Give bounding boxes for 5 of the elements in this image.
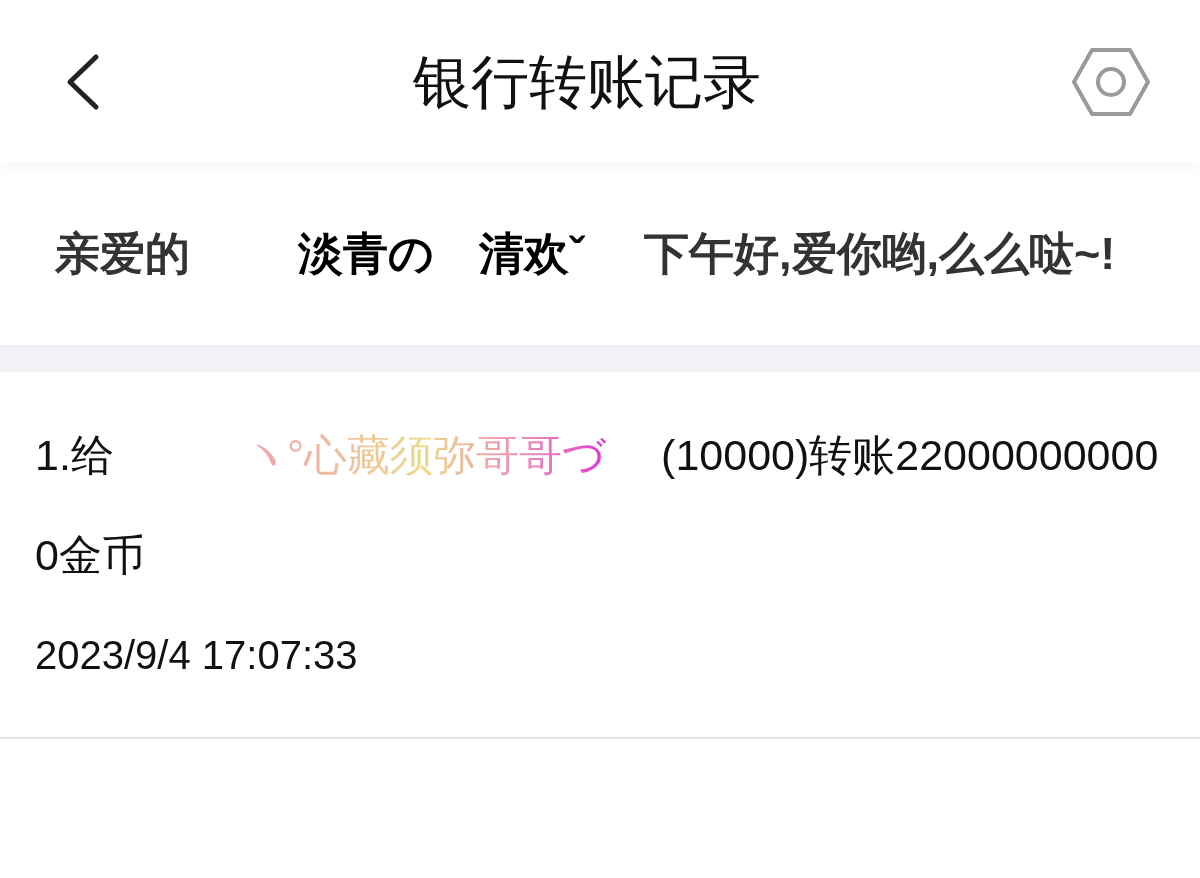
record-time: 2023/9/4 17:07:33: [35, 632, 359, 679]
page-title: 银行转账记录: [413, 52, 761, 111]
settings-icon[interactable]: [1072, 46, 1150, 117]
greeting-text: 亲爱的 淡青の 清欢ˇ 下午好,爱你哟,么么哒~!: [55, 227, 1117, 281]
record-text: 1.给 ヽ°心藏须弥哥哥づ (10000)转账220000000000金币: [35, 430, 1160, 581]
